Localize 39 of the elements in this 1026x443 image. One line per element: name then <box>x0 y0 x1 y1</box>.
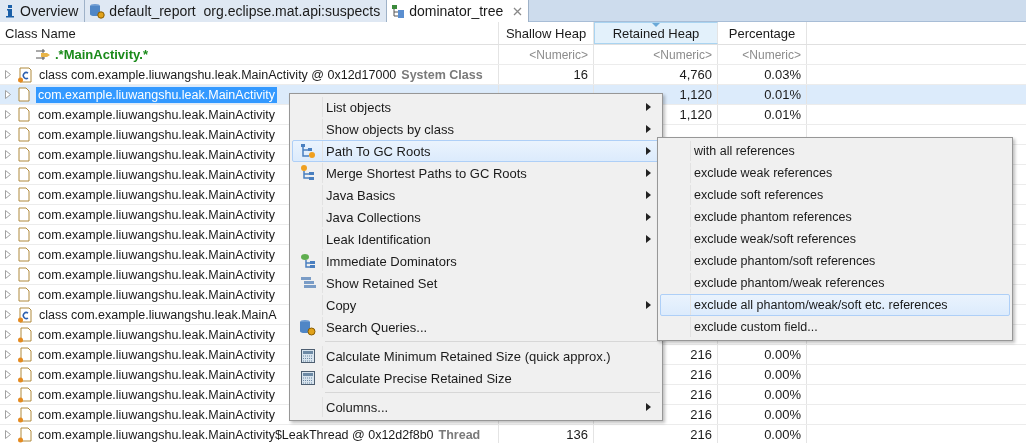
object-tag: Thread <box>438 427 481 442</box>
table-cell: 0.00% <box>764 427 801 442</box>
class-name: com.example.liuwangshu.leak.MainActivity <box>37 106 276 123</box>
table-cell: 216 <box>690 347 712 362</box>
class-name: com.example.liuwangshu.leak.MainActivity <box>37 226 276 243</box>
class-name: class com.example.liuwangshu.leak.MainActivity @ 0x12d17000 <box>38 66 398 83</box>
class-name: com.example.liuwangshu.leak.MainActivity <box>37 126 276 143</box>
class-name: com.example.liuwangshu.leak.MainActivity <box>37 406 276 423</box>
class-name: com.example.liuwangshu.leak.MainActivity <box>37 246 276 263</box>
table-cell: 216 <box>690 427 712 442</box>
class-name: com.example.liuwangshu.leak.MainActivity <box>37 286 276 303</box>
table-cell: 0.00% <box>764 407 801 422</box>
class-name: com.example.liuwangshu.leak.MainActivity <box>37 166 276 183</box>
table-cell: 216 <box>690 407 712 422</box>
class-name: com.example.liuwangshu.leak.MainActivity <box>37 266 276 283</box>
table-cell: 16 <box>573 67 588 82</box>
table-cell: 0.01% <box>764 87 801 102</box>
class-name: class com.example.liuwangshu.leak.MainA <box>38 306 278 323</box>
table-cell: 4,760 <box>679 67 712 82</box>
class-name: com.example.liuwangshu.leak.MainActivity <box>36 86 277 103</box>
class-name: com.example.liuwangshu.leak.MainActivity$LeakThread @ 0x12d2f8b0 <box>37 426 435 443</box>
table-cell: 0.01% <box>764 107 801 122</box>
table-cell: 1,120 <box>679 107 712 122</box>
class-name: com.example.liuwangshu.leak.MainActivity <box>37 326 276 343</box>
table-cell: 1,120 <box>679 87 712 102</box>
class-name: com.example.liuwangshu.leak.MainActivity <box>37 386 276 403</box>
table-cell: 0.00% <box>764 367 801 382</box>
table-cell: 0.00% <box>764 387 801 402</box>
table-cell: 216 <box>690 387 712 402</box>
class-name: com.example.liuwangshu.leak.MainActivity <box>37 146 276 163</box>
table-cell: 136 <box>566 427 588 442</box>
class-name: com.example.liuwangshu.leak.MainActivity <box>37 186 276 203</box>
class-name: com.example.liuwangshu.leak.MainActivity <box>37 366 276 383</box>
class-name: com.example.liuwangshu.leak.MainActivity <box>37 346 276 363</box>
table-cell: 216 <box>690 367 712 382</box>
table-cell: 0.03% <box>764 67 801 82</box>
table-cell: 0.00% <box>764 347 801 362</box>
object-tag: System Class <box>401 67 483 82</box>
class-name: com.example.liuwangshu.leak.MainActivity <box>37 206 276 223</box>
